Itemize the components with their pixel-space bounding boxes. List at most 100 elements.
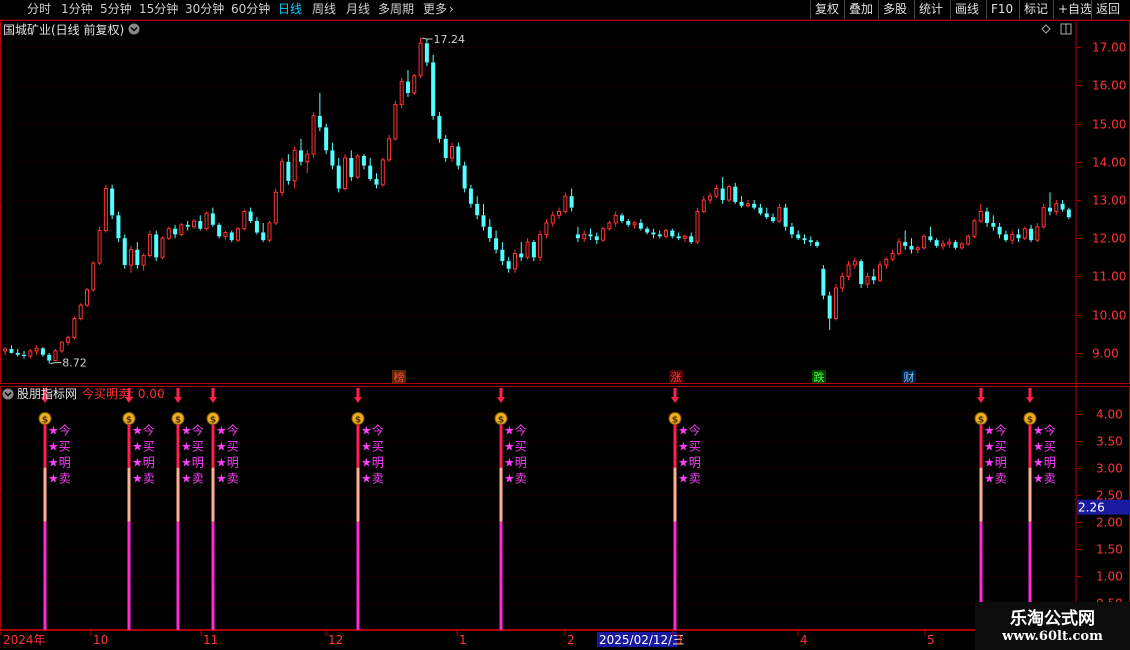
toolbar-separator [950, 0, 951, 19]
candle [324, 123, 329, 155]
candle [783, 203, 788, 231]
candle [116, 211, 121, 243]
indicator-value: 今买明卖: 0.00 [82, 386, 165, 401]
period-tab-4[interactable]: 30分钟 [185, 0, 224, 19]
candle [1041, 203, 1046, 229]
price-tick-label: 14.00 [1092, 156, 1126, 170]
signal-text: ★明 [361, 456, 384, 470]
signal-text: ★今 [216, 423, 239, 438]
candle [601, 226, 606, 243]
signal-text: ★卖 [132, 472, 155, 486]
tool-button-7[interactable]: +自选 [1058, 0, 1092, 19]
tool-button-5[interactable]: F10 [991, 0, 1013, 19]
candle [538, 230, 543, 262]
price-tick-label: 17.00 [1092, 41, 1126, 55]
signal-text: ★今 [48, 423, 71, 438]
event-marker[interactable]: 财 [902, 370, 916, 384]
signal-text: ★卖 [48, 472, 71, 486]
candle [236, 226, 241, 243]
signal-text: ★明 [132, 456, 155, 470]
period-tab-7[interactable]: 周线 [312, 0, 336, 19]
tool-button-2[interactable]: 多股 [883, 0, 907, 19]
signal-text: ★买 [48, 440, 71, 454]
date-label: 10 [93, 633, 108, 647]
indicator-header: 股朋指标网 今买明卖: 0.00 [2, 386, 165, 401]
indicator-name: 股朋指标网 [17, 386, 77, 401]
candle [399, 77, 404, 109]
period-tab-9[interactable]: 多周期 [378, 0, 414, 19]
candle [380, 157, 385, 187]
event-marker[interactable]: 跌 [812, 370, 826, 384]
period-tab-2[interactable]: 5分钟 [100, 0, 132, 19]
price-tick-label: 10.00 [1092, 309, 1126, 323]
candle [412, 73, 417, 95]
signal-text: ★买 [181, 440, 204, 454]
signal-text: ★明 [48, 456, 71, 470]
period-tab-3[interactable]: 15分钟 [139, 0, 178, 19]
period-tab-6[interactable]: 日线 [278, 0, 302, 19]
period-tab-8[interactable]: 月线 [346, 0, 370, 19]
candle [84, 287, 89, 308]
candle [355, 154, 360, 179]
indicator-chevron-icon[interactable] [2, 388, 14, 400]
candle [387, 135, 392, 162]
signal-text: ★明 [1033, 456, 1056, 470]
svg-text:涨: 涨 [671, 371, 682, 384]
tool-button-1[interactable]: 叠加 [849, 0, 873, 19]
date-label: 4 [800, 633, 808, 647]
date-label: 2024年 [3, 633, 46, 647]
signal-text: ★买 [361, 440, 384, 454]
toolbar-separator [986, 0, 987, 19]
candle [972, 219, 977, 239]
signal-text: ★卖 [678, 472, 701, 486]
toolbar-separator [844, 0, 845, 19]
chart-area: 17.0016.0015.0014.0013.0012.0011.0010.00… [0, 20, 1130, 650]
signal-text: ★卖 [984, 472, 1007, 486]
period-tab-10[interactable]: 更多 [423, 0, 447, 19]
date-label: 3 [675, 633, 683, 647]
candle [833, 284, 838, 321]
candle [343, 154, 348, 191]
candle [512, 249, 517, 273]
price-tick-label: 13.00 [1092, 194, 1126, 208]
candle [53, 349, 58, 362]
candle [59, 341, 64, 353]
tool-button-6[interactable]: 标记 [1024, 0, 1048, 19]
signal-text: ★买 [504, 440, 527, 454]
tool-button-4[interactable]: 画线 [955, 0, 979, 19]
dropdown-chevron-icon[interactable] [128, 23, 140, 35]
signal-text: ★今 [361, 423, 384, 438]
signal-text: ★今 [678, 423, 701, 438]
date-label: 2 [567, 633, 575, 647]
signal-text: ★买 [678, 440, 701, 454]
more-chevron-icon[interactable]: › [449, 0, 454, 19]
period-tab-5[interactable]: 60分钟 [231, 0, 270, 19]
tool-button-3[interactable]: 统计 [919, 0, 943, 19]
price-tick-label: 9.00 [1092, 347, 1119, 361]
signal-text: ★买 [216, 440, 239, 454]
period-toolbar: 分时 1分钟 5分钟 15分钟 30分钟 60分钟 日线 周线 月线 多周期 更多 › 复权 叠加 多股 统计… [0, 0, 1130, 20]
period-tab-1[interactable]: 1分钟 [61, 0, 93, 19]
candle [607, 221, 612, 231]
candle [280, 157, 285, 197]
indicator-tick-label: 3.50 [1096, 435, 1123, 449]
tool-button-8[interactable]: 返回 [1096, 0, 1120, 19]
candle [91, 261, 96, 292]
signal-text: ★今 [132, 423, 155, 438]
price-tick-label: 12.00 [1092, 232, 1126, 246]
signal-text: ★卖 [1033, 472, 1056, 486]
event-marker[interactable]: 榜 [392, 370, 406, 384]
signal-text: ★明 [181, 456, 204, 470]
candle [922, 234, 927, 250]
candle [160, 236, 165, 260]
signal-text: ★买 [1033, 440, 1056, 454]
candle [273, 188, 278, 225]
candle [204, 211, 209, 231]
svg-text:财: 财 [904, 370, 915, 384]
tool-button-0[interactable]: 复权 [815, 0, 839, 19]
date-cursor-label: 2025/02/12/三 [599, 633, 684, 647]
toolbar-separator [1091, 0, 1092, 19]
candle [191, 219, 196, 229]
period-tab-0[interactable]: 分时 [27, 0, 51, 19]
event-marker[interactable]: 涨 [669, 370, 683, 384]
